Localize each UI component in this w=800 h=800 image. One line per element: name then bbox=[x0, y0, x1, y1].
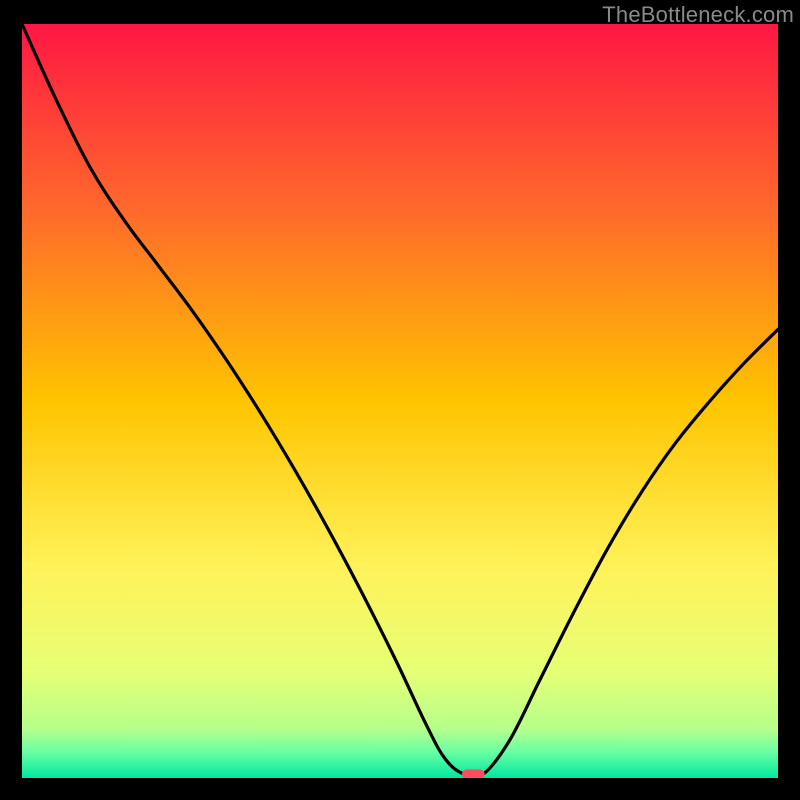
plot-area bbox=[22, 24, 778, 778]
chart-svg bbox=[22, 24, 778, 778]
chart-frame: TheBottleneck.com bbox=[0, 0, 800, 800]
watermark-text: TheBottleneck.com bbox=[602, 2, 794, 28]
background-gradient bbox=[22, 24, 778, 778]
optimal-point-marker bbox=[462, 769, 485, 778]
